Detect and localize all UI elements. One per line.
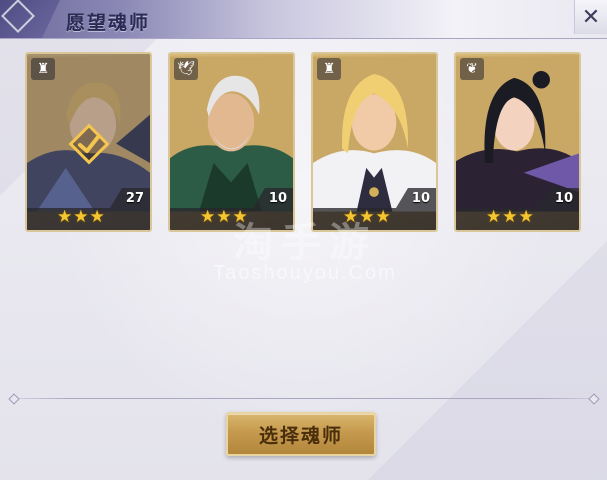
feather-icon: ❦: [460, 58, 484, 80]
hero-card-2[interactable]: 🕊 10 ★★★: [168, 52, 295, 232]
bird-icon: 🕊: [174, 58, 198, 80]
close-icon: ✕: [581, 4, 601, 30]
hero-card-3[interactable]: ♜ 10 ★★★: [311, 52, 438, 232]
star-rating: ★★★: [57, 207, 106, 227]
divider-line: [10, 398, 597, 399]
hero-level: 10: [411, 191, 430, 206]
dialog-header: 愿望魂师 ✕: [0, 0, 607, 39]
close-button[interactable]: ✕: [574, 0, 607, 34]
hero-card-list: ♜ 27 ★★★ 🕊 10 ★★★ ♜ 10 ★★★ ❦ 10 ★★★: [25, 52, 585, 234]
watermark-logo: 淘手游: [233, 220, 377, 266]
hero-level: 27: [125, 191, 144, 206]
hero-level: 10: [554, 191, 573, 206]
hero-card-1[interactable]: ♜ 27 ★★★: [25, 52, 152, 232]
tower-icon: ♜: [31, 58, 55, 80]
hero-card-4[interactable]: ❦ 10 ★★★: [454, 52, 581, 232]
dialog-title: 愿望魂师: [66, 12, 151, 34]
tower-icon: ♜: [317, 58, 341, 80]
select-hero-button[interactable]: 选择魂师: [226, 412, 376, 456]
selected-check-icon: [68, 123, 110, 165]
hero-level: 10: [268, 191, 287, 206]
watermark-text: Taoshouyou.Com: [213, 262, 397, 284]
star-rating: ★★★: [486, 207, 535, 227]
